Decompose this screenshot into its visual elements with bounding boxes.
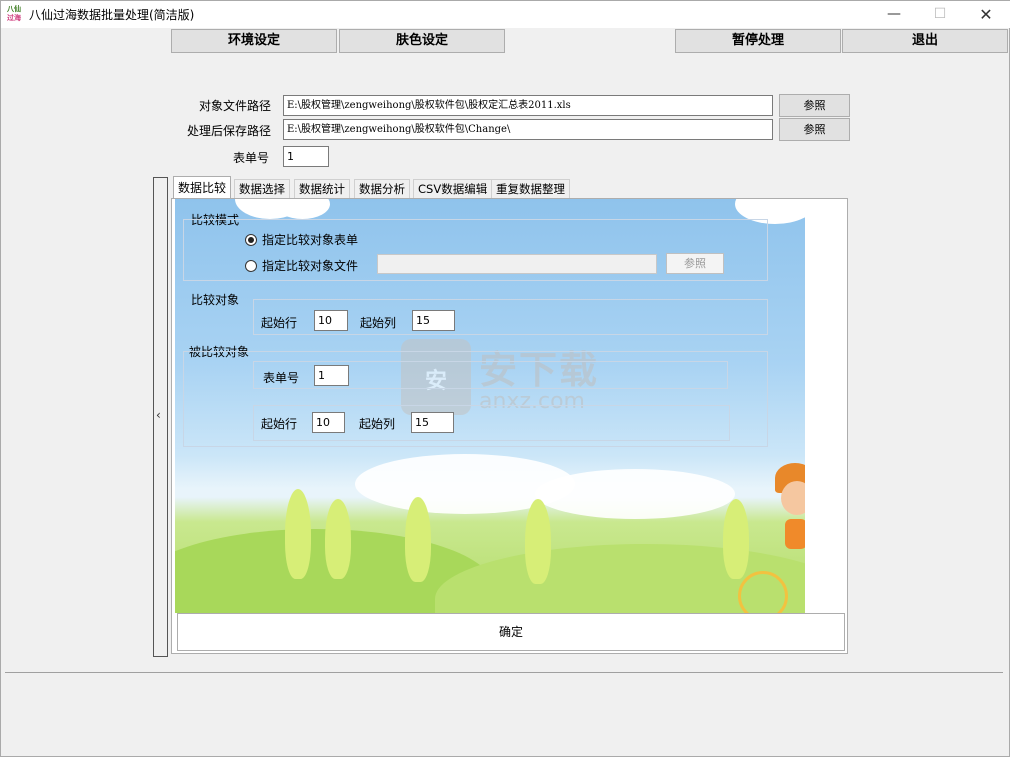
title-bar: 八仙 过海 八仙过海数据批量处理(简洁版) — ☐ ✕ (1, 1, 1010, 28)
target-browse-button[interactable]: 参照 (779, 94, 850, 117)
tab-data-compare[interactable]: 数据比较 (173, 176, 232, 199)
start-row-label: 起始行 (261, 316, 298, 330)
compared-sheet-field[interactable]: 1 (314, 365, 349, 386)
minimize-button[interactable]: — (871, 1, 917, 28)
compared-start-col-field[interactable]: 15 (411, 412, 454, 433)
opt-sheet-radio[interactable]: 指定比较对象表单 (245, 233, 358, 247)
compared-start-row-field[interactable]: 10 (312, 412, 345, 433)
background-scene: 安 安下载 anxz.com 比较模式 指定比较对象表单 指定比较对象文件 参照… (175, 199, 805, 613)
pause-button[interactable]: 暂停处理 (675, 29, 841, 53)
sheet-number-label: 表单号 (232, 151, 269, 165)
kid-body (785, 519, 805, 549)
compare-file-browse-button[interactable]: 参照 (666, 253, 724, 274)
save-browse-button[interactable]: 参照 (779, 118, 850, 141)
chevron-left-icon: ‹ (156, 408, 161, 422)
tab-data-analysis[interactable]: 数据分析 (354, 179, 410, 198)
start-col-label: 起始列 (360, 316, 397, 330)
opt-file-label: 指定比较对象文件 (262, 259, 359, 273)
app-icon-top: 八仙 (7, 5, 21, 13)
side-collapse-handle[interactable]: ‹ (153, 177, 168, 657)
maximize-button[interactable]: ☐ (917, 1, 963, 28)
save-path-label: 处理后保存路径 (186, 124, 271, 138)
compared-sheet-label: 表单号 (263, 371, 300, 385)
skin-settings-button[interactable]: 肤色设定 (339, 29, 505, 53)
exit-button[interactable]: 退出 (842, 29, 1008, 53)
ok-button[interactable]: 确定 (177, 613, 845, 651)
target-path-field[interactable]: E:\股权管理\zengweihong\股权软件包\股权定汇总表2011.xls (283, 95, 773, 116)
start-col-field[interactable]: 15 (412, 310, 455, 331)
close-button[interactable]: ✕ (963, 1, 1009, 28)
sheet-number-field[interactable]: 1 (283, 146, 329, 167)
tree-4 (525, 499, 551, 584)
radio-selected-icon[interactable] (245, 234, 257, 246)
compare-file-input[interactable] (377, 254, 657, 274)
tree-3 (405, 497, 431, 582)
radio-unselected-icon[interactable] (245, 260, 257, 272)
compared-start-col-label: 起始列 (359, 417, 396, 431)
status-divider (5, 672, 1003, 673)
tab-duplicate-cleanup[interactable]: 重复数据整理 (491, 179, 570, 198)
app-icon: 八仙 过海 (5, 5, 23, 23)
opt-file-radio[interactable]: 指定比较对象文件 (245, 259, 358, 273)
tree-1 (285, 489, 311, 579)
cloud-5 (535, 469, 735, 519)
tab-data-stats[interactable]: 数据统计 (294, 179, 350, 198)
kid-head (781, 481, 805, 515)
window-title: 八仙过海数据批量处理(简洁版) (29, 8, 195, 22)
tab-csv-edit[interactable]: CSV数据编辑 (413, 179, 493, 198)
tree-2 (325, 499, 351, 579)
compare-panel: 安 安下载 anxz.com 比较模式 指定比较对象表单 指定比较对象文件 参照… (171, 198, 848, 654)
bicycle-wheel (738, 571, 788, 613)
tree-5 (723, 499, 749, 579)
target-path-label: 对象文件路径 (198, 99, 271, 113)
compare-object-title: 比较对象 (191, 293, 240, 307)
app-icon-bottom: 过海 (7, 14, 21, 22)
opt-sheet-label: 指定比较对象表单 (262, 233, 359, 247)
save-path-field[interactable]: E:\股权管理\zengweihong\股权软件包\Change\ (283, 119, 773, 140)
app-window: 八仙 过海 八仙过海数据批量处理(简洁版) — ☐ ✕ 环境设定 肤色设定 暂停… (0, 0, 1010, 757)
compared-start-row-label: 起始行 (261, 417, 298, 431)
start-row-field[interactable]: 10 (314, 310, 348, 331)
env-settings-button[interactable]: 环境设定 (171, 29, 337, 53)
tab-data-select[interactable]: 数据选择 (234, 179, 290, 198)
